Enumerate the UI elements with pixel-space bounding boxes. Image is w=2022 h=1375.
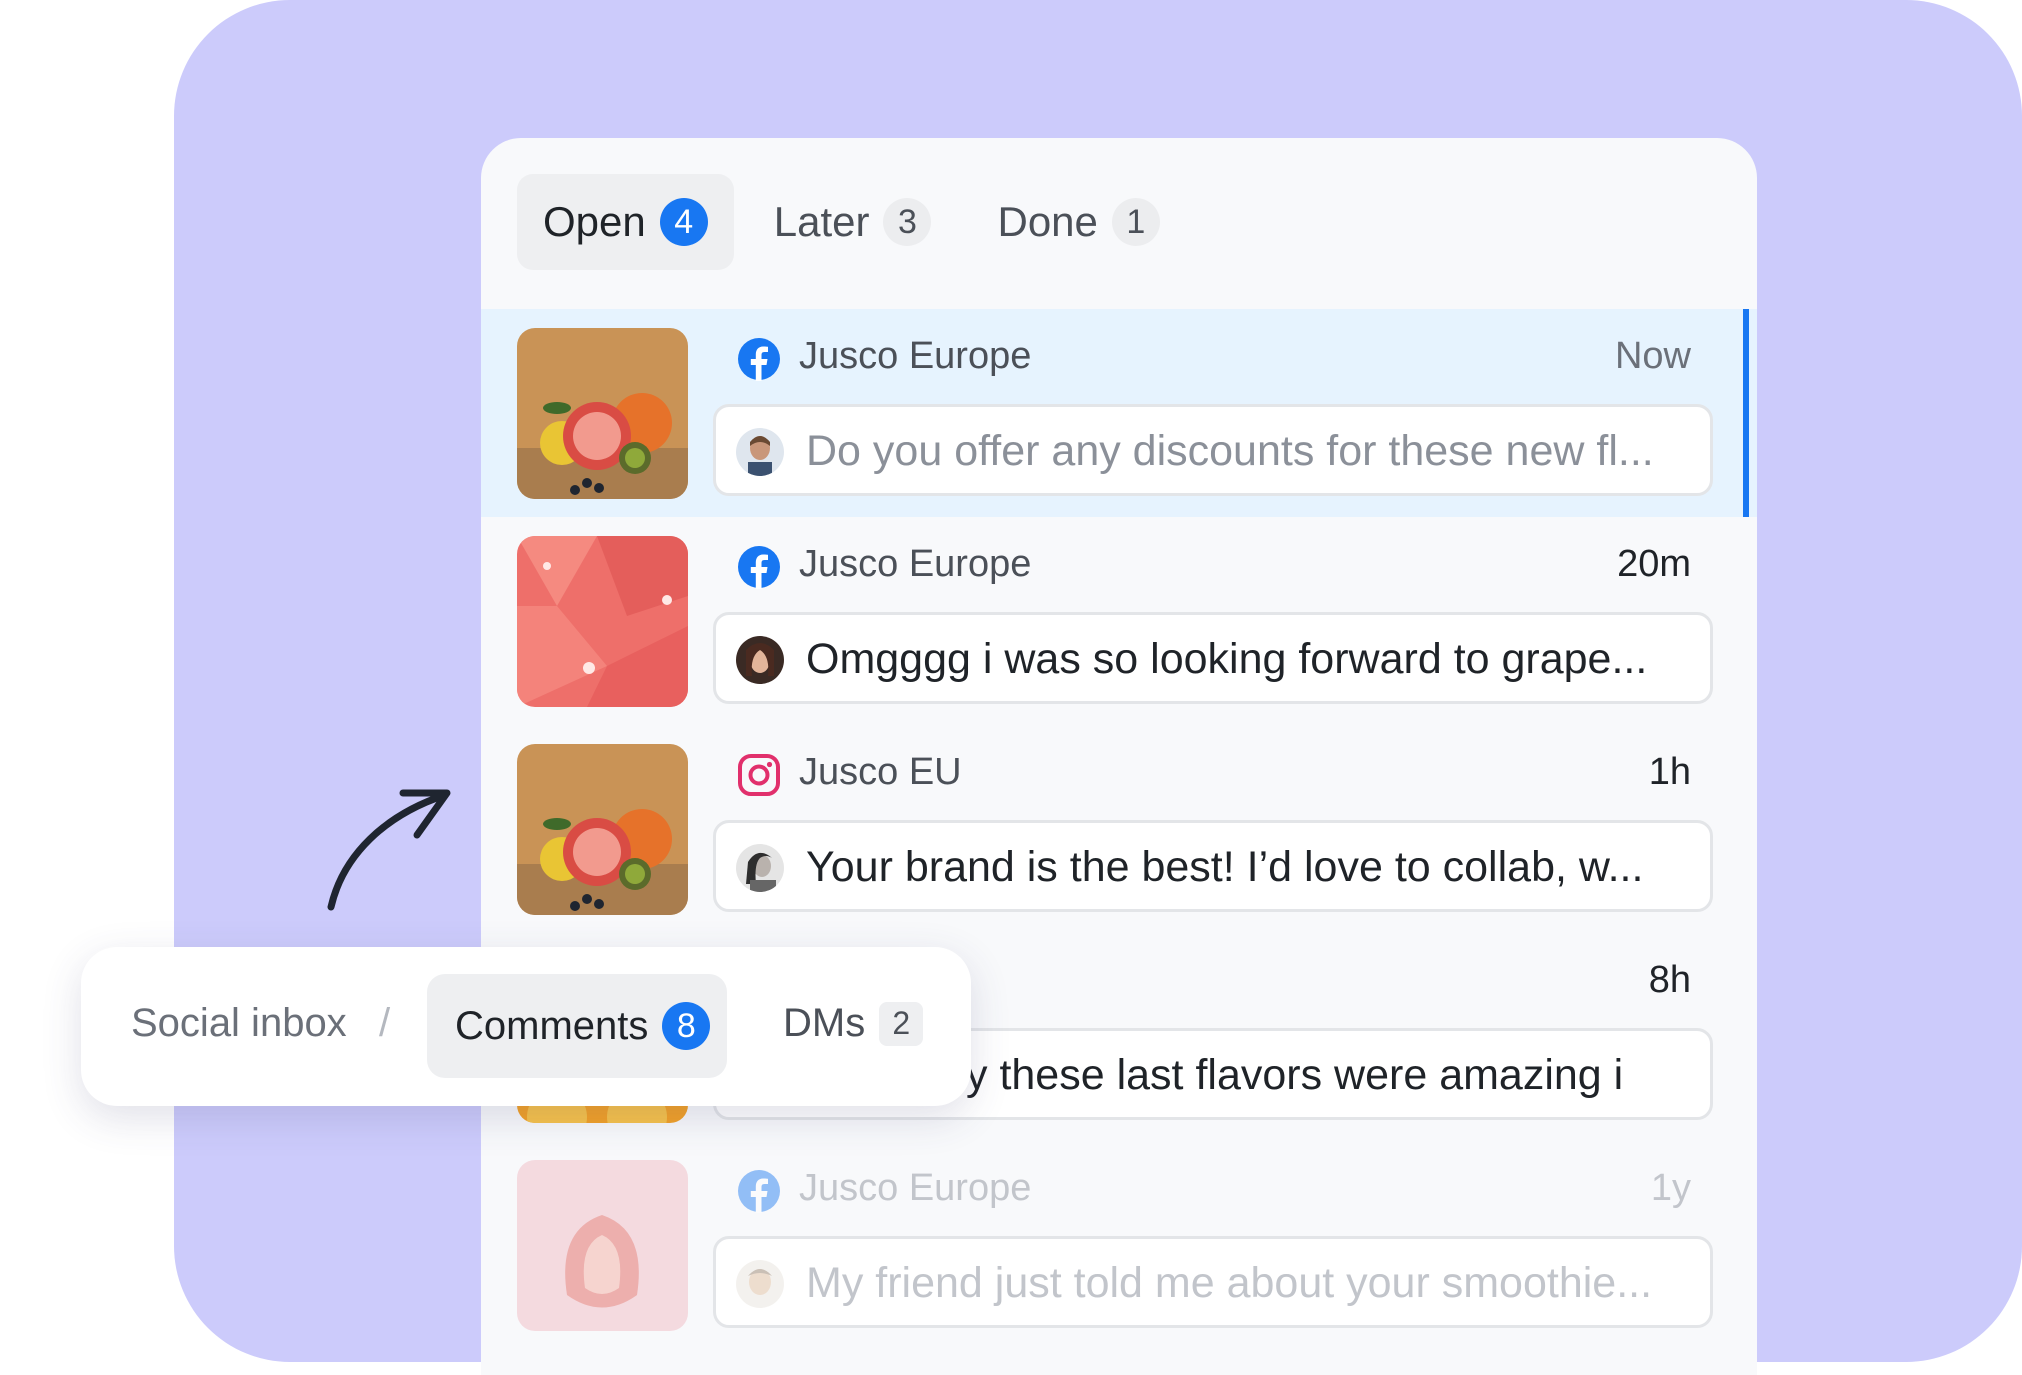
message-preview[interactable]: Do you offer any discounts for these new… bbox=[713, 404, 1713, 496]
tab-later-label: Later bbox=[773, 198, 870, 245]
avatar bbox=[736, 1260, 784, 1308]
breadcrumb-social-inbox[interactable]: Social inbox bbox=[131, 1001, 347, 1046]
tab-open-count: 4 bbox=[659, 198, 708, 246]
list-item[interactable]: Jusco Europe 1y My friend just told me a… bbox=[481, 1141, 1757, 1349]
facebook-icon bbox=[738, 338, 780, 381]
tab-comments-label: Comments bbox=[455, 1003, 649, 1048]
tab-dms-count: 2 bbox=[879, 1001, 924, 1046]
message-preview[interactable]: My friend just told me about your smooth… bbox=[713, 1236, 1713, 1328]
arrow-icon bbox=[327, 789, 451, 911]
source-name: Jusco Europe bbox=[799, 1167, 1032, 1209]
list-item[interactable]: Jusco Europe Now Do you offer any discou… bbox=[481, 309, 1757, 517]
grapefruit-thumbnail bbox=[517, 536, 688, 707]
timestamp: 8h bbox=[1648, 959, 1691, 1001]
message-preview[interactable]: Your brand is the best! I’d love to coll… bbox=[713, 820, 1713, 912]
citrus-thumbnail bbox=[517, 328, 688, 499]
timestamp: Now bbox=[1614, 335, 1691, 377]
tab-later[interactable]: Later 3 bbox=[748, 174, 958, 270]
timestamp: 1h bbox=[1648, 751, 1691, 793]
avatar bbox=[736, 844, 784, 892]
message-text: My friend just told me about your smooth… bbox=[806, 1259, 1653, 1307]
breadcrumb: Social inbox / Comments 8 DMs 2 bbox=[81, 947, 971, 1106]
message-text: Do you offer any discounts for these new… bbox=[806, 427, 1654, 475]
citrus-thumbnail bbox=[517, 744, 688, 915]
breadcrumb-separator: / bbox=[379, 1001, 391, 1045]
list-item[interactable]: Jusco EU 1h Your brand is the best! I’d … bbox=[481, 725, 1757, 933]
timestamp: 1y bbox=[1650, 1167, 1691, 1209]
timestamp: 20m bbox=[1617, 543, 1691, 585]
source-name: Jusco Europe bbox=[799, 335, 1032, 377]
tab-dms-label: DMs bbox=[783, 1001, 866, 1045]
instagram-icon bbox=[738, 754, 780, 796]
tab-done[interactable]: Done 1 bbox=[971, 174, 1185, 270]
source-name: Jusco EU bbox=[799, 751, 962, 793]
message-preview[interactable]: Omgggg i was so looking forward to grape… bbox=[713, 612, 1713, 704]
strawberry-thumbnail bbox=[517, 1160, 688, 1331]
tab-done-label: Done bbox=[997, 198, 1098, 245]
inbox-panel: Open 4 Later 3 Done 1 Jusco Europe Now D… bbox=[481, 138, 1757, 1375]
tab-dms[interactable]: DMs 2 bbox=[783, 1001, 924, 1046]
source-name: Jusco Europe bbox=[799, 543, 1032, 585]
tab-comments-count: 8 bbox=[662, 1002, 711, 1050]
message-text: y these last flavors were amazing i bbox=[966, 1051, 1624, 1099]
tab-open-label: Open bbox=[543, 198, 646, 245]
status-tabs: Open 4 Later 3 Done 1 bbox=[517, 174, 1200, 270]
message-text: Omgggg i was so looking forward to grape… bbox=[806, 635, 1648, 683]
avatar bbox=[736, 636, 784, 684]
facebook-icon bbox=[738, 1170, 780, 1213]
avatar bbox=[736, 428, 784, 476]
tab-done-count: 1 bbox=[1111, 198, 1160, 246]
list-item[interactable]: Jusco Europe 20m Omgggg i was so looking… bbox=[481, 517, 1757, 725]
tab-later-count: 3 bbox=[883, 198, 932, 246]
selection-indicator bbox=[1743, 309, 1749, 517]
facebook-icon bbox=[738, 546, 780, 589]
message-text: Your brand is the best! I’d love to coll… bbox=[806, 843, 1644, 891]
tab-open[interactable]: Open 4 bbox=[517, 174, 734, 270]
tab-comments[interactable]: Comments 8 bbox=[427, 974, 727, 1078]
